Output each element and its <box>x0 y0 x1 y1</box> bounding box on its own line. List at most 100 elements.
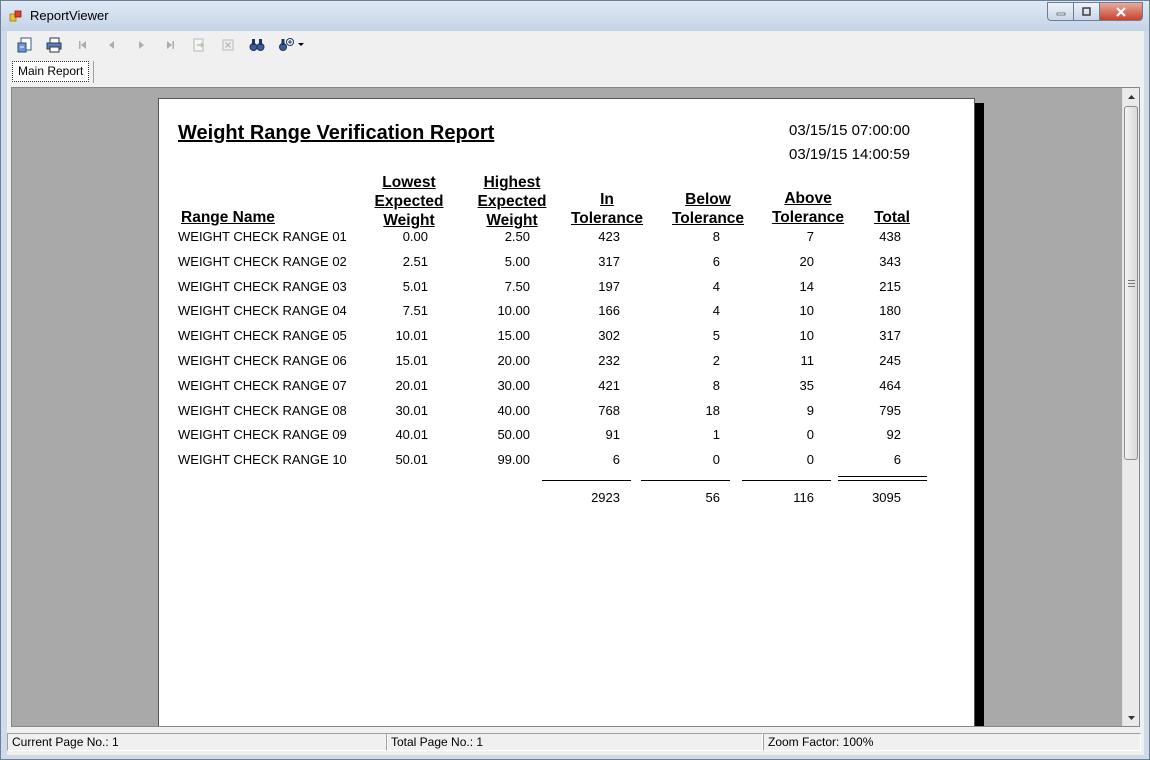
row-above-tolerance: 0 <box>806 452 814 468</box>
row-above-tolerance: 7 <box>806 229 814 244</box>
report-viewer-window: ReportViewer Main Report Weight Range Ve… <box>0 0 1150 760</box>
minimize-button[interactable] <box>1047 2 1073 21</box>
vertical-scrollbar[interactable] <box>1122 88 1139 726</box>
row-total: 317 <box>879 328 901 344</box>
row-range-name: WEIGHT CHECK RANGE 05 <box>178 328 347 344</box>
chevron-up-icon <box>1128 94 1135 99</box>
row-range-name: WEIGHT CHECK RANGE 06 <box>178 353 347 368</box>
last-page-button[interactable] <box>159 34 181 56</box>
row-lowest-weight: 40.01 <box>395 427 428 443</box>
row-in-tolerance: 197 <box>598 278 620 294</box>
row-lowest-weight: 7.51 <box>402 303 428 319</box>
row-lowest-weight: 10.01 <box>395 328 428 344</box>
tab-separator <box>93 61 94 83</box>
grand-total-above-tolerance: 116 <box>793 490 814 505</box>
row-in-tolerance: 302 <box>598 328 620 344</box>
row-below-tolerance: 4 <box>712 278 720 294</box>
scroll-down-button[interactable] <box>1123 709 1139 726</box>
row-total: 438 <box>879 229 901 244</box>
current-page-status: Current Page No.: 1 <box>7 733 388 751</box>
row-range-name: WEIGHT CHECK RANGE 08 <box>178 402 347 418</box>
close-button[interactable] <box>1099 2 1143 21</box>
report-page: Weight Range Verification Report 03/15/1… <box>158 98 975 726</box>
previous-page-button[interactable] <box>101 34 123 56</box>
chevron-down-icon <box>1128 715 1135 720</box>
stop-button[interactable] <box>217 34 239 56</box>
row-total: 464 <box>879 377 901 393</box>
last-page-icon <box>167 41 174 49</box>
grand-total-in-tolerance: 2923 <box>591 490 620 505</box>
row-range-name: WEIGHT CHECK RANGE 01 <box>178 229 347 244</box>
column-header-in-tolerance: In Tolerance <box>570 191 644 227</box>
restore-button[interactable] <box>1073 2 1099 21</box>
row-in-tolerance: 423 <box>598 229 620 244</box>
scroll-thumb[interactable] <box>1124 106 1138 460</box>
row-in-tolerance: 317 <box>598 253 620 269</box>
app-icon <box>9 9 23 23</box>
row-lowest-weight: 15.01 <box>395 353 428 368</box>
row-total: 245 <box>879 353 901 368</box>
row-below-tolerance: 2 <box>712 353 720 368</box>
zoom-icon <box>279 38 294 51</box>
row-range-name: WEIGHT CHECK RANGE 04 <box>178 303 347 319</box>
column-header-below-tolerance: Below Tolerance <box>671 191 745 227</box>
row-above-tolerance: 20 <box>799 253 814 269</box>
row-total: 92 <box>886 427 901 443</box>
next-page-icon <box>139 41 144 49</box>
zoom-factor-status: Zoom Factor: 100% <box>763 733 1141 751</box>
search-text-button[interactable] <box>246 34 268 56</box>
row-highest-weight: 40.00 <box>497 402 530 418</box>
row-lowest-weight: 50.01 <box>395 452 428 468</box>
row-below-tolerance: 5 <box>712 328 720 344</box>
row-range-name: WEIGHT CHECK RANGE 07 <box>178 377 347 393</box>
report-start-date: 03/15/15 07:00:00 <box>789 122 910 139</box>
minimize-icon <box>1056 12 1065 15</box>
row-below-tolerance: 0 <box>712 452 720 468</box>
next-page-button[interactable] <box>130 34 152 56</box>
report-tabs: Main Report <box>7 59 1144 85</box>
total-double-rule-bottom <box>838 480 927 481</box>
row-in-tolerance: 166 <box>598 303 620 319</box>
row-highest-weight: 20.00 <box>497 353 530 368</box>
row-below-tolerance: 1 <box>712 427 720 443</box>
row-highest-weight: 30.00 <box>497 377 530 393</box>
row-below-tolerance: 4 <box>712 303 720 319</box>
search-text-icon <box>249 39 265 51</box>
row-highest-weight: 50.00 <box>497 427 530 443</box>
print-button[interactable] <box>43 34 65 56</box>
row-highest-weight: 7.50 <box>504 278 530 294</box>
title-bar[interactable]: ReportViewer <box>1 1 1149 31</box>
below-tolerance-total-rule <box>641 480 730 481</box>
row-above-tolerance: 9 <box>806 402 814 418</box>
zoom-button[interactable] <box>275 34 297 56</box>
go-to-page-button[interactable] <box>188 34 210 56</box>
row-in-tolerance: 768 <box>598 402 620 418</box>
tab-main-report[interactable]: Main Report <box>12 61 90 82</box>
row-in-tolerance: 6 <box>612 452 620 468</box>
row-highest-weight: 10.00 <box>497 303 530 319</box>
grand-total: 3095 <box>872 490 901 505</box>
row-lowest-weight: 2.51 <box>402 253 428 269</box>
row-in-tolerance: 91 <box>605 427 620 443</box>
in-tolerance-total-rule <box>542 480 631 481</box>
row-highest-weight: 2.50 <box>504 229 530 244</box>
first-page-button[interactable] <box>72 34 94 56</box>
toolbar <box>7 31 1144 59</box>
report-viewer-area[interactable]: Weight Range Verification Report 03/15/1… <box>11 87 1140 727</box>
row-below-tolerance: 18 <box>705 402 720 418</box>
zoom-dropdown-arrow[interactable] <box>298 34 304 56</box>
stop-icon <box>222 39 234 51</box>
row-below-tolerance: 6 <box>712 253 720 269</box>
row-lowest-weight: 20.01 <box>395 377 428 393</box>
row-lowest-weight: 5.01 <box>402 278 428 294</box>
row-highest-weight: 5.00 <box>504 253 530 269</box>
row-range-name: WEIGHT CHECK RANGE 02 <box>178 253 347 269</box>
row-total: 343 <box>879 253 901 269</box>
column-header-lowest: Lowest Expected Weight <box>374 174 444 229</box>
export-button[interactable] <box>14 34 36 56</box>
column-header-total: Total <box>874 209 910 226</box>
above-tolerance-total-rule <box>742 480 831 481</box>
total-double-rule-top <box>838 476 927 477</box>
scroll-up-button[interactable] <box>1123 88 1139 105</box>
row-above-tolerance: 14 <box>799 278 814 294</box>
